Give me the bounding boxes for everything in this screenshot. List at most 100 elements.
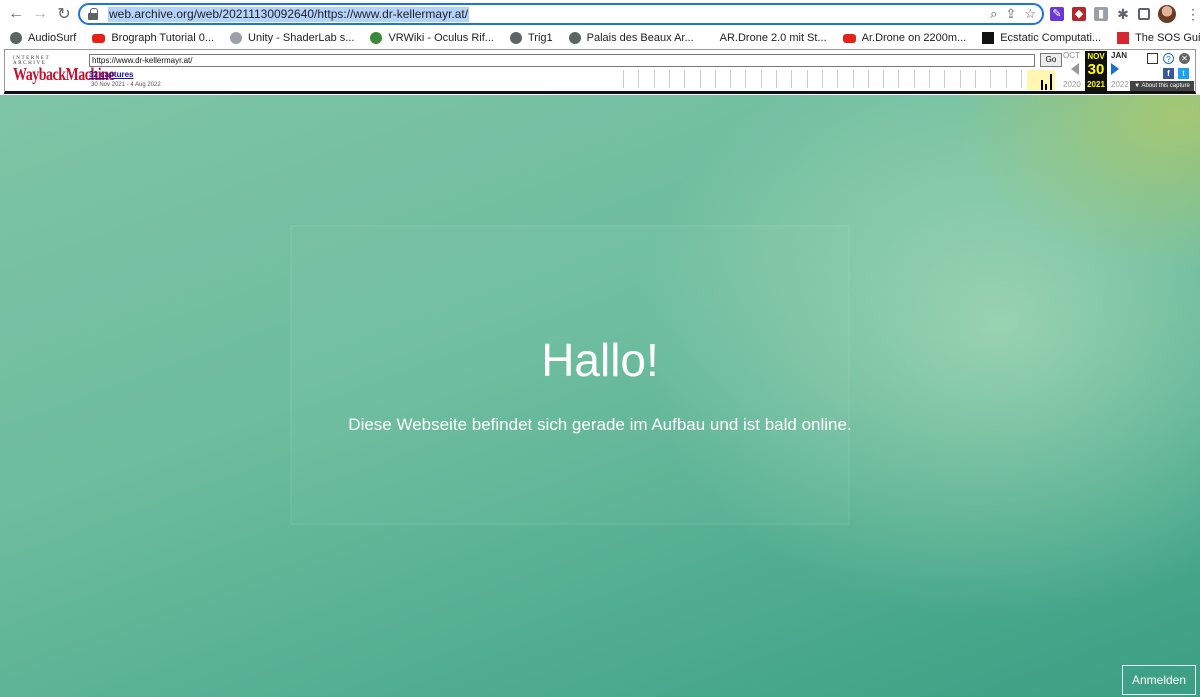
sparkline-tick — [944, 70, 946, 88]
address-bar[interactable]: web.archive.org/web/20211130092640/https… — [78, 3, 1044, 25]
sparkline-tick — [730, 70, 732, 88]
bookmark-label: Trig1 — [527, 32, 553, 44]
capture-calendar: OCT NOV 30 JAN 2020 2021 2022 — [1063, 51, 1133, 91]
sparkline-tick — [745, 70, 747, 88]
captures-link[interactable]: 32 captures — [89, 70, 133, 79]
unity-icon — [230, 32, 243, 44]
bookmark-item[interactable]: VRWiki - Oculus Rif... — [370, 32, 494, 44]
wayback-toolbar: INTERNET ARCHIVE WaybackMachine https://… — [4, 49, 1196, 94]
wayback-logo[interactable]: INTERNET ARCHIVE WaybackMachine — [13, 56, 115, 86]
sparkline-highlight — [1027, 70, 1055, 90]
next-year-link[interactable]: 2022 — [1111, 80, 1129, 89]
sparkline-tick — [821, 70, 823, 88]
profile-avatar[interactable] — [1158, 5, 1176, 23]
blank-icon — [710, 32, 714, 44]
twitter-icon[interactable]: t — [1178, 68, 1189, 79]
star-icon[interactable]: ☆ — [1024, 6, 1036, 22]
globe-icon — [10, 32, 22, 44]
sparkline-tick — [668, 70, 670, 88]
sparkline-tick — [776, 70, 777, 88]
sparkline-tick — [883, 70, 885, 88]
sparkline-tick — [1005, 70, 1007, 88]
sparkline-tick — [837, 70, 839, 88]
url-text[interactable]: web.archive.org/web/20211130092640/https… — [108, 6, 470, 22]
sparkline-tick — [990, 70, 992, 88]
extensions-puzzle-icon[interactable]: ✱ — [1116, 7, 1130, 21]
bookmark-label: VRWiki - Oculus Rif... — [388, 32, 494, 44]
sparkline-tick — [638, 70, 640, 88]
sparkline-tick — [929, 70, 930, 88]
capture-sparkline[interactable] — [619, 70, 1029, 92]
wayback-url-input[interactable]: https://www.dr-kellermayr.at/ — [89, 54, 1035, 67]
bookmark-label: The SOS Guide To C... — [1135, 32, 1200, 44]
sparkline-tick — [653, 70, 655, 88]
forward-arrow-icon[interactable]: → — [28, 2, 52, 26]
bookmark-item[interactable]: Unity - ShaderLab s... — [230, 32, 354, 44]
sparkline-tick — [959, 70, 961, 88]
bookmark-item[interactable]: Ar.Drone on 2200m... — [842, 32, 967, 44]
bookmark-item[interactable]: Palais des Beaux Ar... — [568, 32, 694, 44]
bookmark-label: AudioSurf — [28, 32, 77, 44]
sparkline-tick — [791, 70, 793, 88]
page-content: Hallo! Diese Webseite befindet sich gera… — [0, 95, 1200, 697]
bookmark-label: Ecstatic Computati... — [1000, 32, 1102, 44]
calendar-icon[interactable] — [1147, 53, 1158, 64]
reload-icon[interactable]: ↻ — [52, 2, 76, 26]
sparkline-tick — [867, 70, 869, 88]
bookmark-item[interactable]: AR.Drone 2.0 mit St... — [710, 32, 827, 44]
share-icon[interactable]: ⇪ — [1005, 6, 1016, 22]
wayback-logo-main: WaybackMachine — [13, 66, 115, 85]
globe-icon — [509, 32, 522, 44]
next-month-link[interactable]: JAN — [1111, 51, 1127, 60]
globe-icon — [568, 32, 581, 44]
side-panel-icon[interactable] — [1138, 8, 1150, 20]
extension-shield-icon[interactable]: ◆ — [1072, 7, 1086, 21]
close-icon[interactable]: ✕ — [1179, 53, 1190, 64]
zoom-icon[interactable]: ⌕ — [990, 6, 997, 22]
menu-dots-icon[interactable]: ⋮ — [1186, 6, 1200, 23]
bookmark-item[interactable]: AudioSurf — [10, 32, 76, 44]
sparkline-tick — [852, 70, 854, 88]
bookmark-item[interactable]: Brograph Tutorial 0... — [92, 32, 214, 44]
sparkline-tick — [623, 70, 624, 88]
ecs-icon — [982, 32, 995, 44]
bookmark-label: Palais des Beaux Ar... — [586, 32, 694, 44]
yt-icon — [92, 33, 106, 43]
spark-bar — [1041, 80, 1043, 90]
extension-gray-icon[interactable]: ▮ — [1094, 7, 1108, 21]
yt-icon — [842, 33, 856, 43]
sparkline-tick — [974, 70, 976, 88]
bookmark-item[interactable]: Trig1 — [509, 32, 553, 44]
bookmark-label: Unity - ShaderLab s... — [248, 32, 355, 44]
lock-icon[interactable] — [88, 8, 98, 20]
back-arrow-icon[interactable]: ← — [4, 2, 28, 26]
prev-year-link[interactable]: 2020 — [1063, 80, 1081, 89]
prev-month-link[interactable]: OCT — [1063, 51, 1080, 60]
wayback-go-button[interactable]: Go — [1040, 53, 1062, 67]
sparkline-tick — [684, 70, 686, 88]
bookmark-item[interactable]: Ecstatic Computati... — [982, 32, 1101, 44]
bookmark-item[interactable]: The SOS Guide To C... — [1117, 32, 1200, 44]
sparkline-tick — [806, 70, 808, 88]
bookmark-label: AR.Drone 2.0 mit St... — [719, 32, 827, 44]
about-capture-button[interactable]: ▼ About this capture — [1130, 81, 1194, 91]
facebook-icon[interactable]: f — [1163, 68, 1174, 79]
sos-icon — [1117, 32, 1130, 44]
extension-pen-icon[interactable]: ✎ — [1050, 7, 1064, 21]
sparkline-tick — [699, 70, 701, 88]
sparkline-tick — [898, 70, 900, 88]
prev-capture-arrow-icon[interactable] — [1071, 63, 1079, 75]
sparkline-tick — [714, 70, 716, 88]
bookmark-label: Brograph Tutorial 0... — [111, 32, 215, 44]
login-button[interactable]: Anmelden — [1122, 665, 1196, 695]
bookmark-label: Ar.Drone on 2200m... — [861, 32, 967, 44]
spark-bar — [1050, 74, 1052, 90]
captures-range: 30 Nov 2021 - 4 Aug 2022 — [91, 82, 161, 88]
sparkline-tick — [913, 70, 915, 88]
browser-toolbar: ← → ↻ web.archive.org/web/20211130092640… — [0, 0, 1200, 28]
help-icon[interactable]: ? — [1163, 53, 1174, 64]
next-capture-arrow-icon[interactable] — [1111, 63, 1119, 75]
current-day: 30 — [1087, 61, 1105, 78]
vr-icon — [370, 32, 383, 44]
page-message: Diese Webseite befindet sich gerade im A… — [348, 415, 852, 434]
